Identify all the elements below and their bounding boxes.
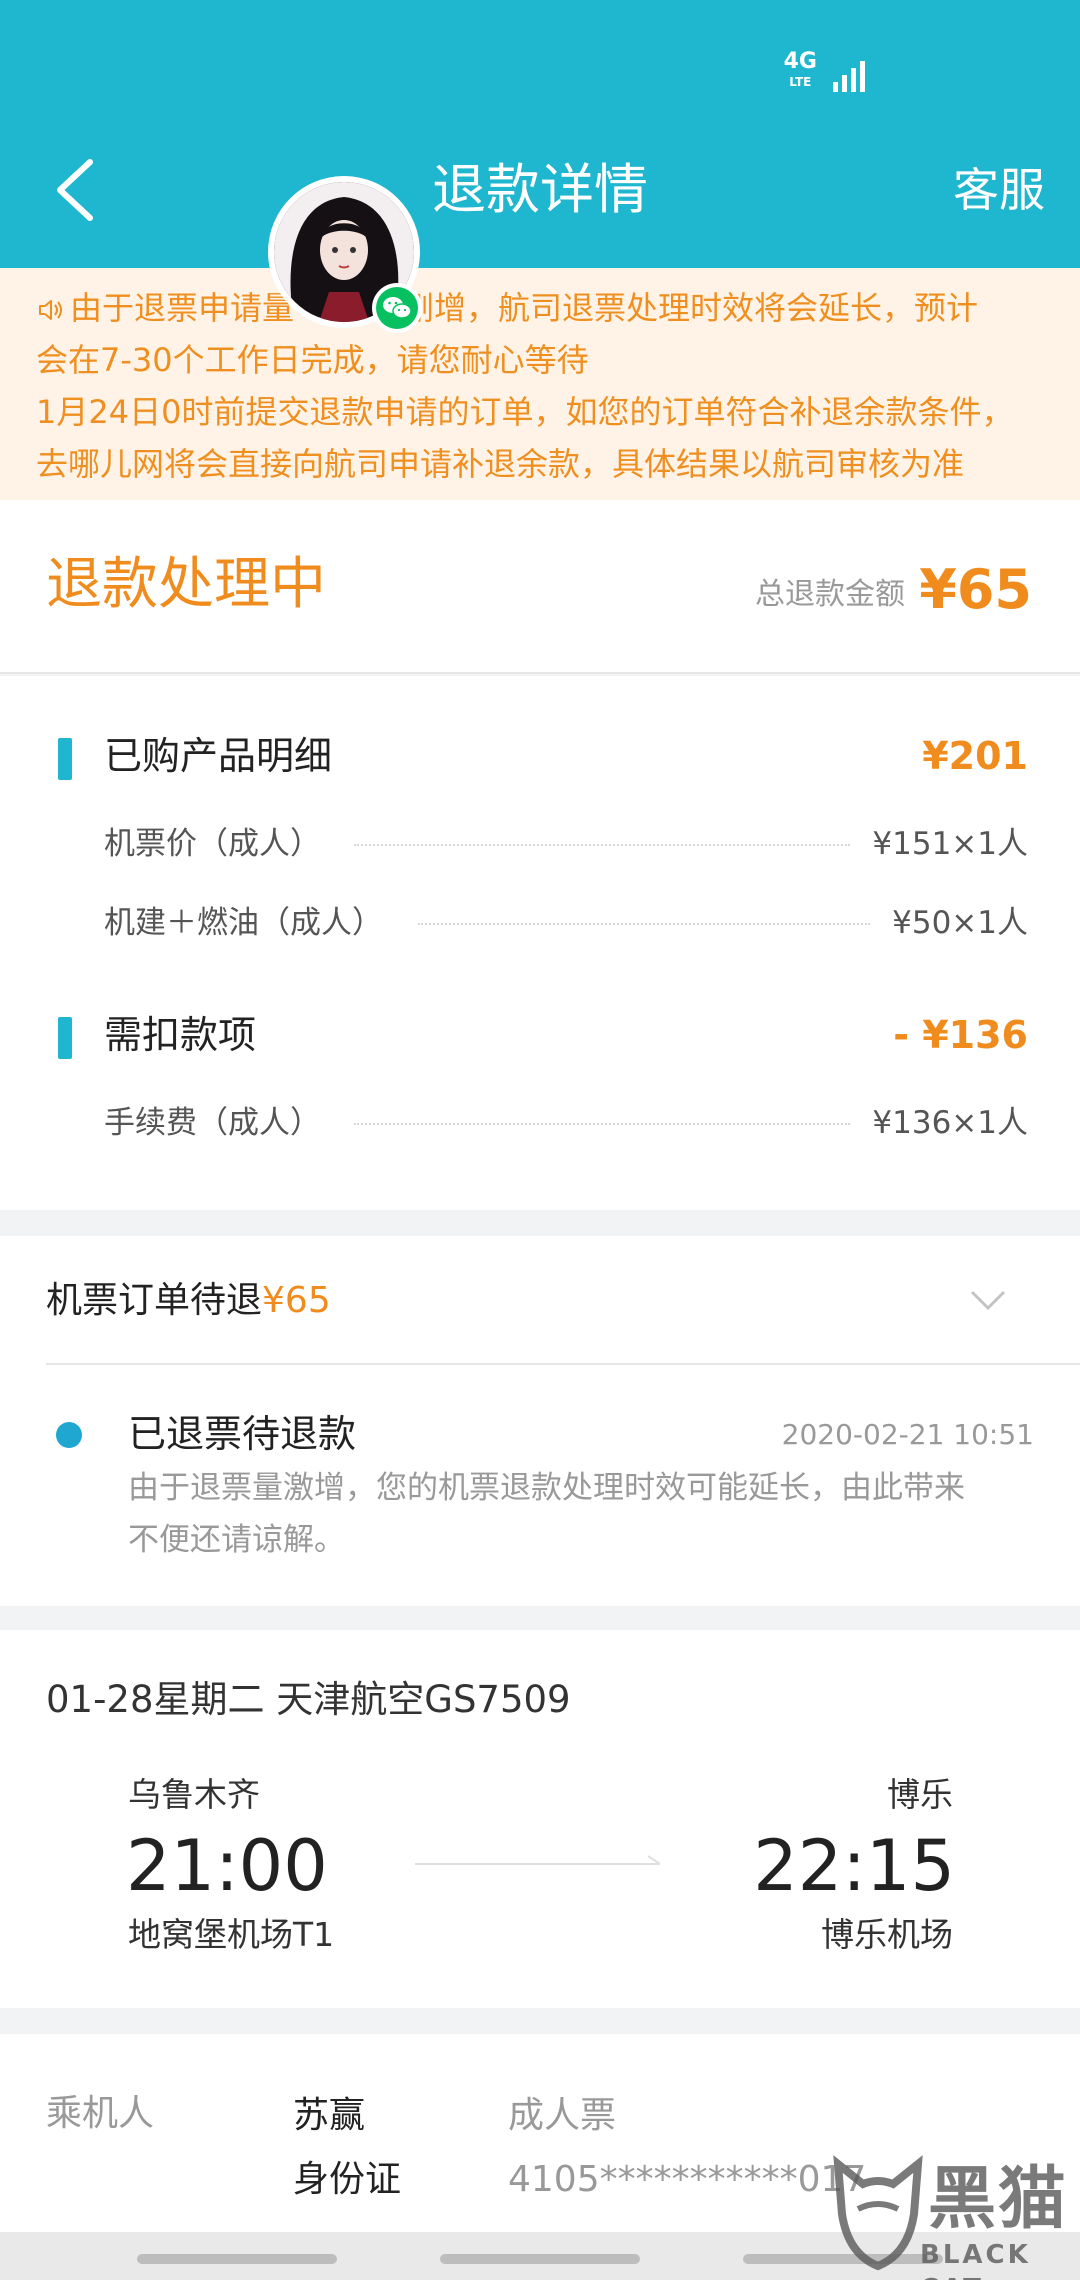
timeline-dot (56, 1422, 82, 1448)
departure-city: 乌鲁木齐 (128, 1775, 260, 1814)
passenger-name: 苏赢 (293, 2095, 366, 2136)
passenger-label: 乘机人 (46, 2093, 155, 2134)
page-title: 退款详情 (432, 158, 648, 221)
section-marker (58, 738, 72, 780)
purchased-title: 已购产品明细 (104, 734, 333, 778)
id-type-label: 身份证 (293, 2159, 402, 2200)
refund-status-card: 退款处理中 总退款金额 ¥65 (0, 500, 1080, 674)
status-bar: 4G LTE (783, 49, 865, 92)
arrival-airport: 博乐机场 (821, 1915, 953, 1954)
fee-line-ticket: 机票价（成人） ¥151×1人 (104, 826, 1028, 862)
nav-pill[interactable] (440, 2254, 640, 2264)
customer-service-button[interactable]: 客服 (953, 155, 1045, 225)
network-indicator: 4G LTE (783, 49, 817, 92)
flight-info-card: 01-28星期二 天津航空GS7509 乌鲁木齐 21:00 地窝堡机场T1 博… (0, 1630, 1080, 2008)
id-number: 4105***********017 (508, 2159, 867, 2200)
divider (46, 1363, 1080, 1365)
watermark-cn: 黑猫 (928, 2160, 1069, 2239)
departure-airport: 地窝堡机场T1 (128, 1915, 335, 1954)
signal-icon (833, 56, 865, 92)
refund-status-text: 退款处理中 (46, 552, 326, 617)
refund-order-card[interactable]: 机票订单待退¥65 已退票待退款 2020-02-21 10:51 由于退票量激… (0, 1236, 1080, 1606)
refund-step-time: 2020-02-21 10:51 (781, 1418, 1034, 1451)
deduction-title: 需扣款项 (104, 1013, 257, 1057)
speaker-icon (39, 300, 62, 320)
purchased-section-header: 已购产品明细 ¥201 (0, 726, 1080, 786)
deduction-amount: - ¥136 (893, 1013, 1028, 1057)
nav-pill[interactable] (137, 2254, 337, 2264)
ticket-type: 成人票 (508, 2095, 617, 2136)
flight-header: 01-28星期二 天津航空GS7509 (46, 1678, 571, 1721)
notice-banner: 由于退票申请量 剧增，航司退票处理时效将会延长，预计 会在7-30个工作日完成，请… (0, 268, 1080, 500)
refund-step-title: 已退票待退款 (128, 1412, 357, 1456)
watermark-en: BLACK CAT (920, 2240, 1031, 2280)
notice-line-2: 会在7-30个工作日完成，请您耐心等待 (36, 341, 589, 379)
black-cat-logo-icon (833, 2155, 923, 2271)
section-marker (58, 1017, 72, 1059)
departure-time: 21:00 (126, 1825, 328, 1907)
notice-line-4: 去哪儿网将会直接向航司申请补退余款，具体结果以航司审核为准 (36, 445, 965, 483)
refund-step-description: 由于退票量激增，您的机票退款处理时效可能延长，由此带来 不便还请谅解。 (128, 1470, 965, 1558)
fee-line-handling: 手续费（成人） ¥136×1人 (104, 1105, 1028, 1141)
total-refund-label: 总退款金额 (755, 577, 905, 612)
fee-line-tax: 机建＋燃油（成人） ¥50×1人 (104, 905, 1028, 941)
wechat-badge (372, 283, 422, 333)
deduction-section-header: 需扣款项 - ¥136 (0, 1005, 1080, 1065)
flight-arrow-icon (415, 1855, 661, 1865)
wechat-icon (383, 297, 412, 319)
header-bar: 4G LTE 退款详情 客服 (0, 0, 1080, 268)
arrival-city: 博乐 (887, 1775, 953, 1814)
arrival-time: 22:15 (753, 1825, 955, 1907)
total-refund-amount: ¥65 (919, 558, 1032, 621)
refund-order-header: 机票订单待退¥65 (46, 1280, 331, 1321)
fee-detail-card: 已购产品明细 ¥201 机票价（成人） ¥151×1人 机建＋燃油（成人） ¥5… (0, 676, 1080, 1210)
network-sub-label: LTE (789, 75, 812, 89)
notice-line-3: 1月24日0时前提交退款申请的订单，如您的订单符合补退余款条件， (36, 393, 1014, 431)
refund-order-amount: ¥65 (262, 1280, 331, 1321)
refund-detail-page: 4G LTE 退款详情 客服 由于退票申请量 剧增，航司退票处理时效将会延长，预… (0, 0, 1080, 2280)
network-label: 4G (783, 49, 817, 74)
notice-line-1: 由于退票申请量 剧增，航司退票处理时效将会延长，预计 (36, 282, 1044, 334)
purchased-amount: ¥201 (922, 734, 1028, 778)
chevron-down-icon[interactable] (968, 1284, 1008, 1314)
watermark: 黑猫 BLACK CAT (828, 2150, 1068, 2280)
